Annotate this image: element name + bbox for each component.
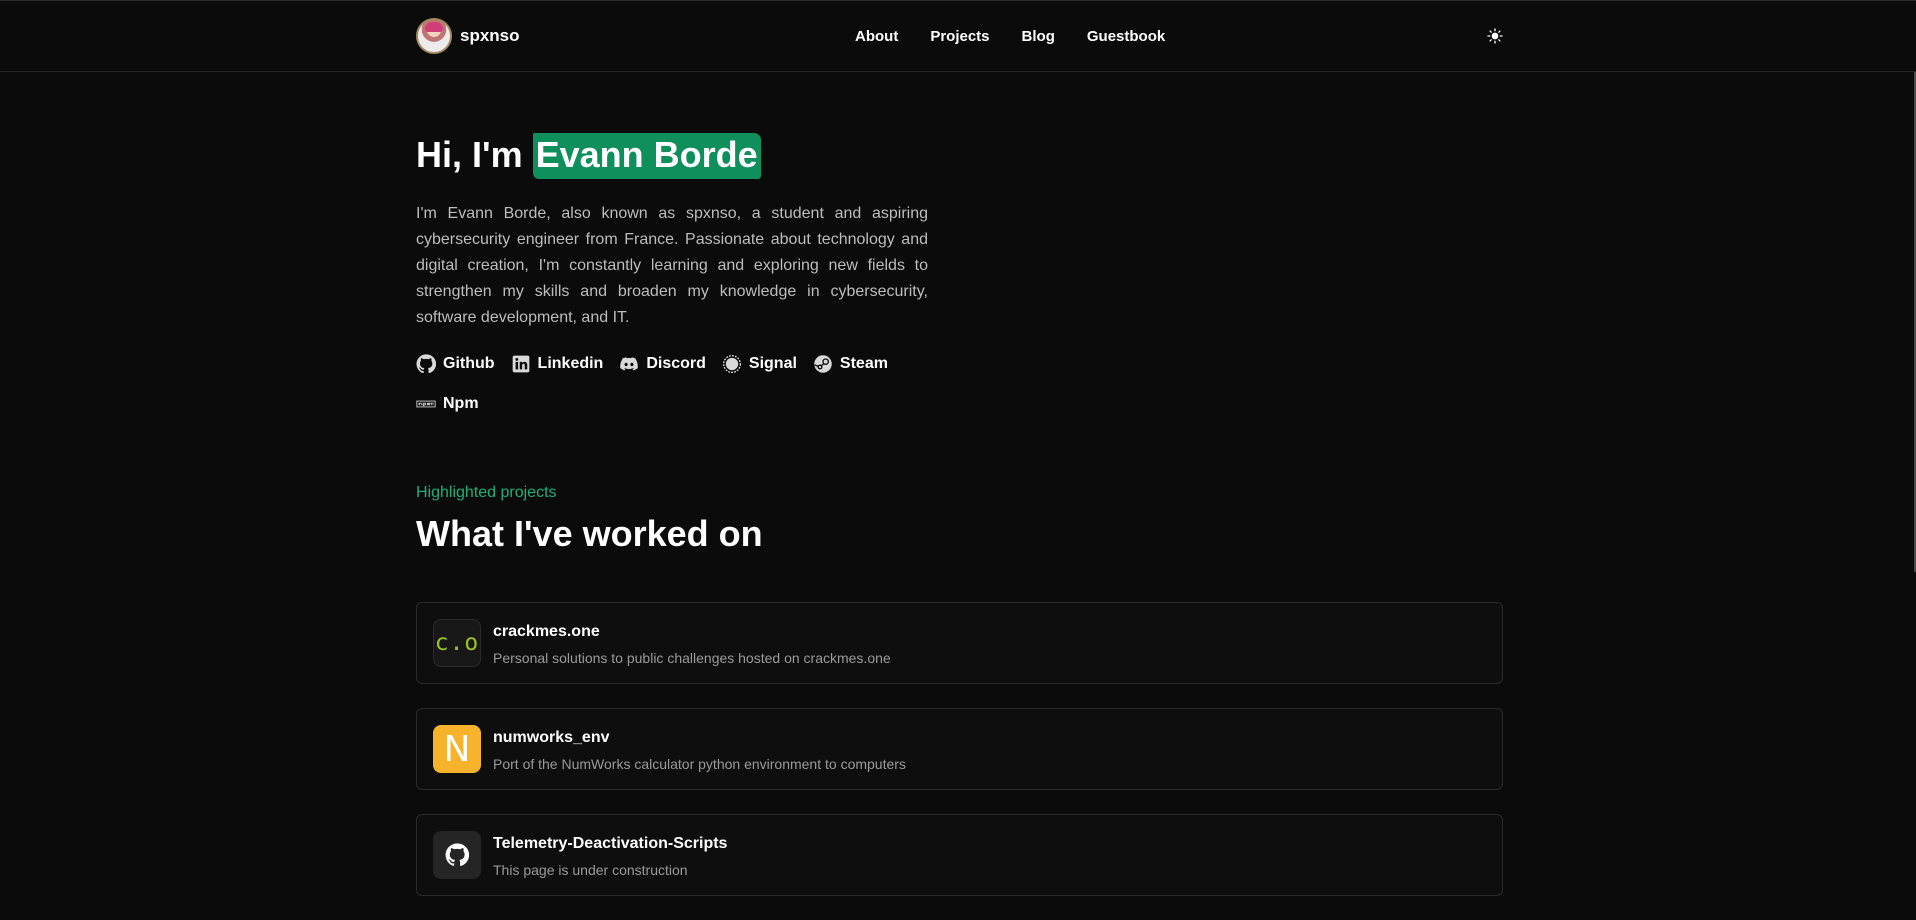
github-icon (433, 831, 481, 879)
social-link-linkedin[interactable]: Linkedin (511, 353, 604, 375)
social-label-github: Github (443, 355, 495, 372)
project-card-numworks[interactable]: N numworks_env Port of the NumWorks calc… (416, 708, 1503, 790)
steam-icon (814, 355, 832, 373)
project-description: Personal solutions to public challenges … (493, 650, 891, 666)
signal-icon (722, 355, 741, 373)
project-description: Port of the NumWorks calculator python e… (493, 756, 906, 772)
project-card-crackmes[interactable]: c.o crackmes.one Personal solutions to p… (416, 602, 1503, 684)
social-link-npm[interactable]: Npm (416, 393, 479, 415)
nav-link-projects[interactable]: Projects (930, 28, 989, 45)
social-link-steam[interactable]: Steam (813, 353, 888, 375)
discord-icon (620, 357, 639, 371)
hero-heading: Hi, I'm Evann Borde (416, 133, 761, 179)
avatar (416, 18, 452, 54)
project-name: Telemetry-Deactivation-Scripts (493, 835, 728, 852)
projects-heading: What I've worked on (416, 513, 763, 554)
numworks-logo-icon: N (433, 725, 481, 773)
brand-link[interactable]: spxnso (416, 18, 520, 54)
intro-paragraph: I'm Evann Borde, also known as spxnso, a… (416, 205, 928, 326)
nav-link-guestbook[interactable]: Guestbook (1087, 28, 1165, 45)
social-link-github[interactable]: Github (416, 353, 495, 375)
social-link-discord[interactable]: Discord (619, 353, 706, 375)
main-nav: About Projects Blog Guestbook (855, 28, 1165, 45)
social-label-discord: Discord (646, 355, 706, 372)
projects-kicker: Highlighted projects (416, 484, 557, 501)
projects-list: c.o crackmes.one Personal solutions to p… (416, 602, 1503, 920)
linkedin-icon (512, 355, 529, 373)
nav-link-blog[interactable]: Blog (1022, 28, 1055, 45)
sun-icon (1487, 28, 1503, 44)
project-name: numworks_env (493, 729, 610, 746)
social-links: Github Linkedin Discord Signal Steam Npm (416, 353, 936, 415)
project-card-telemetry[interactable]: Telemetry-Deactivation-Scripts This page… (416, 814, 1503, 896)
social-label-steam: Steam (839, 355, 888, 372)
social-label-linkedin: Linkedin (537, 355, 604, 372)
hero-greeting: Hi, I'm (416, 134, 523, 175)
project-name: crackmes.one (493, 623, 600, 640)
brand-name: spxnso (460, 26, 520, 45)
social-label-npm: Npm (443, 395, 479, 412)
hero-name-highlight: Evann Borde (532, 133, 761, 179)
npm-icon (416, 400, 436, 408)
project-description: This page is under construction (493, 862, 688, 878)
social-link-signal[interactable]: Signal (722, 353, 797, 375)
crackmes-logo-icon: c.o (433, 619, 481, 667)
nav-link-about[interactable]: About (855, 28, 898, 45)
social-label-signal: Signal (748, 355, 797, 372)
github-icon (416, 354, 436, 374)
top-navigation-bar: spxnso About Projects Blog Guestbook (0, 0, 1916, 72)
theme-toggle-button[interactable] (1486, 27, 1504, 45)
